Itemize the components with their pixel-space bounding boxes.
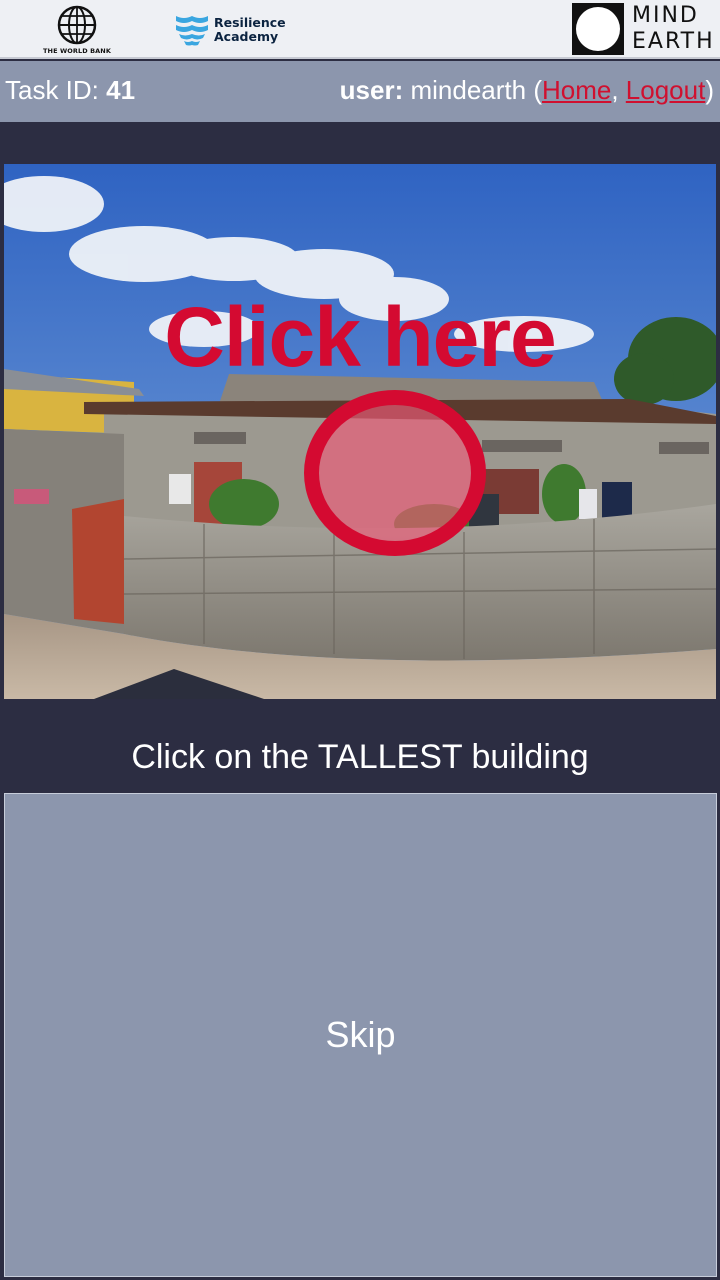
mindearth-circle-icon xyxy=(572,3,624,55)
link-separator: , xyxy=(611,75,626,105)
mindearth-logo: MIND EARTH xyxy=(572,3,718,57)
click-here-overlay: Click here xyxy=(164,290,557,384)
user-label: user: xyxy=(339,75,404,105)
globe-icon xyxy=(57,5,97,45)
username: mindearth ( xyxy=(403,75,542,105)
top-logo-bar: THE WORLD BANK Resilience Academy MIND E… xyxy=(0,0,720,59)
street-photo[interactable]: Click here xyxy=(4,164,716,699)
resilience-label: Resilience xyxy=(214,15,286,30)
task-info-bar: Task ID: 41 user: mindearth (Home, Logou… xyxy=(0,61,720,122)
user-info: user: mindearth (Home, Logout) xyxy=(340,75,714,106)
world-bank-logo: THE WORLD BANK xyxy=(42,5,112,55)
waves-icon xyxy=(176,16,208,46)
task-label: Task ID: xyxy=(5,75,107,105)
resilience-academy-logo: Resilience Academy xyxy=(175,14,286,48)
world-bank-label: THE WORLD BANK xyxy=(43,47,111,55)
academy-label: Academy xyxy=(214,29,279,44)
earth-label: EARTH xyxy=(632,29,715,54)
home-link[interactable]: Home xyxy=(542,75,611,105)
logout-link[interactable]: Logout xyxy=(626,75,706,105)
task-instruction: Click on the TALLEST building xyxy=(131,738,589,776)
skip-button[interactable]: Skip xyxy=(4,793,717,1277)
task-id-value: 41 xyxy=(106,75,136,105)
close-paren: ) xyxy=(705,75,714,105)
task-id: Task ID: 41 xyxy=(5,75,135,106)
click-target-circle[interactable] xyxy=(304,390,486,556)
mind-label: MIND xyxy=(632,3,699,28)
